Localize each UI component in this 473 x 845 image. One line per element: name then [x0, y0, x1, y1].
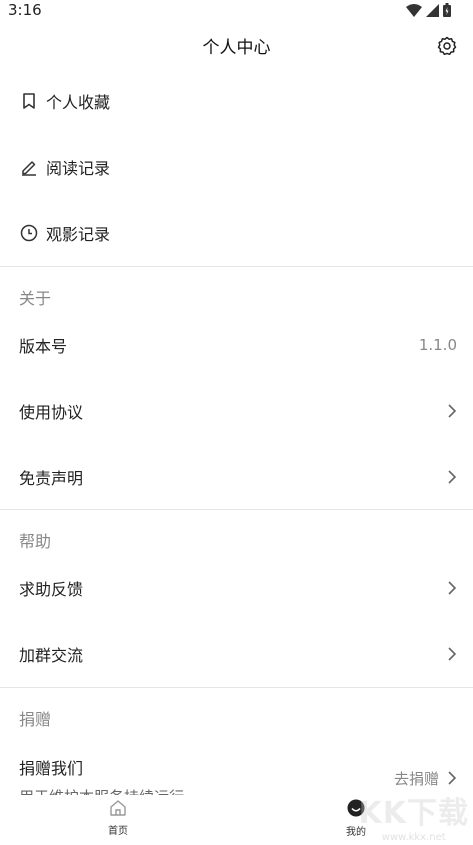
tab-label: 首页: [108, 826, 128, 837]
section-title-help: 帮助: [19, 532, 52, 551]
gear-icon: [437, 36, 457, 56]
clock-icon: [20, 224, 38, 242]
pencil-icon: [20, 158, 38, 176]
divider: [0, 687, 473, 688]
menu-item-label: 个人收藏: [46, 93, 111, 112]
chevron-right-icon: [448, 470, 457, 484]
menu-item-label: 加群交流: [19, 646, 84, 665]
menu-item-label: 版本号: [19, 337, 68, 356]
bookmark-icon: [20, 92, 38, 110]
menu-item-disclaimer[interactable]: 免责声明: [0, 444, 473, 510]
menu-item-label: 阅读记录: [46, 159, 111, 178]
donate-description: 用于维护本服务持续运行: [19, 786, 184, 795]
version-value: 1.1.0: [418, 336, 457, 354]
status-bar: 3:16: [0, 0, 473, 22]
status-icons: [406, 3, 451, 17]
menu-item-label: 捐赠我们: [19, 759, 84, 778]
header: 个人中心: [0, 22, 473, 68]
menu-item-terms[interactable]: 使用协议: [0, 378, 473, 444]
menu-item-label: 求助反馈: [19, 580, 84, 599]
chevron-right-icon: [448, 581, 457, 595]
signal-icon: [426, 3, 439, 17]
chevron-right-icon: [448, 647, 457, 661]
tab-home[interactable]: 首页: [88, 799, 148, 837]
section-title-about: 关于: [19, 289, 52, 308]
menu-item-label: 使用协议: [19, 403, 84, 422]
menu-item-label: 免责声明: [19, 469, 84, 488]
menu-item-favorites[interactable]: 个人收藏: [0, 68, 473, 134]
menu-item-version: 版本号 1.1.0: [0, 312, 473, 378]
wifi-icon: [406, 3, 422, 17]
settings-button[interactable]: [437, 36, 457, 56]
menu-item-join-group[interactable]: 加群交流: [0, 621, 473, 687]
watermark-text: KK下载: [358, 796, 469, 831]
chevron-right-icon: [448, 771, 457, 785]
page-title: 个人中心: [202, 38, 271, 58]
home-icon: [110, 800, 126, 816]
watermark-logo: KK下载 www.kkx.net: [359, 788, 470, 843]
menu-item-label: 观影记录: [46, 225, 111, 244]
battery-icon: [443, 3, 451, 17]
menu-item-watch-history[interactable]: 观影记录: [0, 200, 473, 266]
go-donate-label: 去捐赠: [393, 769, 439, 788]
section-title-donate: 捐赠: [19, 710, 52, 729]
watermark-url: www.kkx.net: [381, 832, 446, 843]
divider: [0, 266, 473, 267]
menu-item-reading-history[interactable]: 阅读记录: [0, 134, 473, 200]
divider: [0, 509, 473, 510]
chevron-right-icon: [448, 404, 457, 418]
status-time: 3:16: [8, 1, 42, 19]
menu-item-feedback[interactable]: 求助反馈: [0, 555, 473, 621]
